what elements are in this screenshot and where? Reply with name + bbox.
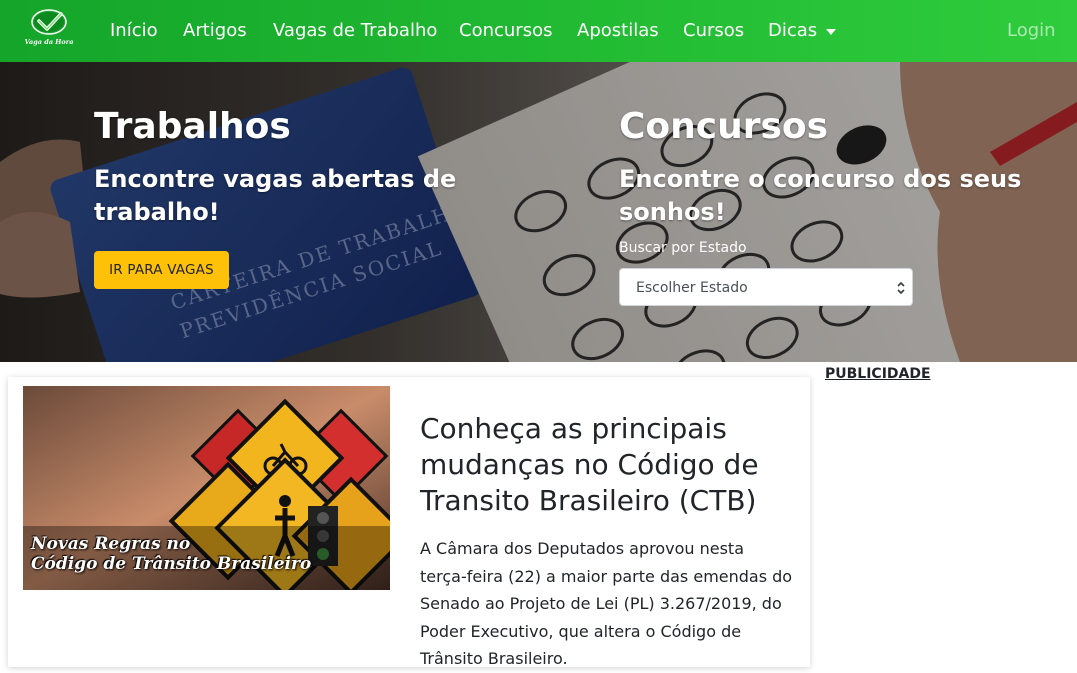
trabalhos-title: Trabalhos xyxy=(94,106,291,147)
navbar: Vaga da Hora Início Artigos Vagas de Tra… xyxy=(0,0,1077,62)
nav-dicas-dropdown[interactable]: Dicas xyxy=(768,20,817,42)
nav-artigos[interactable]: Artigos xyxy=(183,20,247,42)
buscar-estado-label: Buscar por Estado xyxy=(619,240,747,256)
nav-apostilas[interactable]: Apostilas xyxy=(577,20,659,42)
publicidade-label: PUBLICIDADE xyxy=(825,366,931,382)
trabalhos-subtitle-line1: Encontre vagas abertas de xyxy=(94,165,457,193)
trabalhos-subtitle-line2: trabalho! xyxy=(94,198,220,226)
thumbnail-caption-line2: Código de Trânsito Brasileiro xyxy=(31,554,312,574)
chevron-down-icon[interactable] xyxy=(826,29,836,35)
article-title[interactable]: Conheça as principais mudanças no Código… xyxy=(420,411,800,519)
brand-logo[interactable]: Vaga da Hora xyxy=(18,8,80,52)
checkmark-logo-icon xyxy=(31,9,67,35)
estado-select-value: Escolher Estado xyxy=(636,280,748,296)
nav-concursos[interactable]: Concursos xyxy=(459,20,552,42)
concursos-subtitle-line2: sonhos! xyxy=(619,198,726,226)
nav-cursos[interactable]: Cursos xyxy=(683,20,744,42)
thumbnail-caption-line1: Novas Regras no xyxy=(31,534,191,554)
article-thumbnail[interactable]: Novas Regras no Código de Trânsito Brasi… xyxy=(23,386,390,590)
estado-select[interactable]: Escolher Estado xyxy=(619,268,913,306)
logo-text: Vaga da Hora xyxy=(24,38,74,46)
nav-inicio[interactable]: Início xyxy=(110,20,158,42)
nav-vagas-de-trabalho[interactable]: Vagas de Trabalho xyxy=(273,20,437,42)
concursos-title: Concursos xyxy=(619,106,829,147)
select-updown-icon xyxy=(897,281,905,295)
ir-para-vagas-button[interactable]: IR PARA VAGAS xyxy=(94,251,229,289)
concursos-subtitle-line1: Encontre o concurso dos seus xyxy=(619,165,1022,193)
login-link[interactable]: Login xyxy=(1007,20,1056,41)
hero-banner: CARTEIRA DE TRABALHO PREVIDÊNCIA SOCIAL … xyxy=(0,62,1077,362)
